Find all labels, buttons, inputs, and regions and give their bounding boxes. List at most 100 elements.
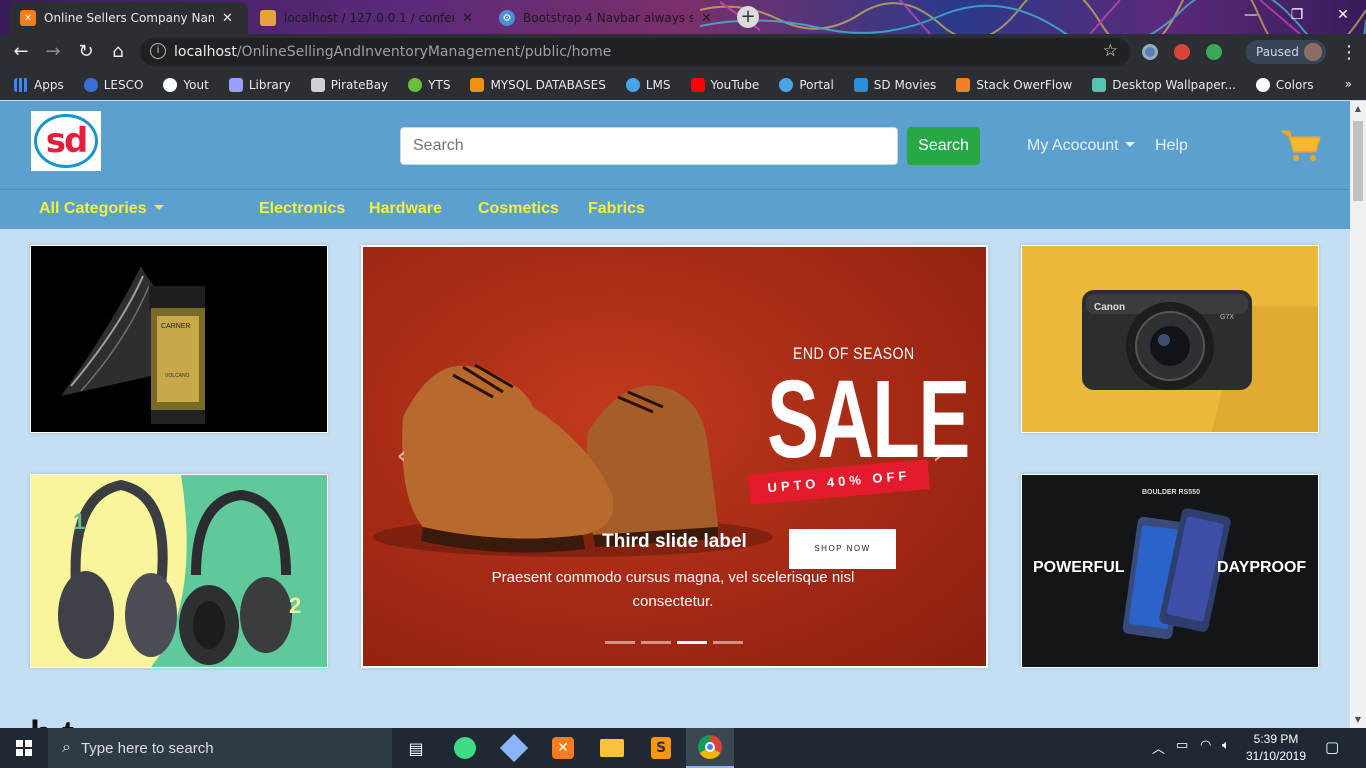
bookmark-lesco[interactable]: LESCO: [83, 78, 143, 92]
carousel-indicator[interactable]: [641, 641, 671, 644]
nav-hardware[interactable]: Hardware: [369, 200, 442, 218]
shopping-cart-icon[interactable]: [1280, 129, 1322, 163]
phpmyadmin-icon: [470, 78, 485, 92]
profile-status: Paused: [1256, 45, 1299, 59]
extension-icon[interactable]: [1142, 44, 1158, 60]
shield-extension-icon[interactable]: [1174, 44, 1190, 60]
bookmark-piratebay[interactable]: PirateBay: [310, 78, 388, 92]
android-studio-icon[interactable]: [441, 728, 489, 768]
extension-icon[interactable]: [1206, 44, 1222, 60]
reload-icon[interactable]: ↻: [75, 42, 97, 64]
tab-title: localhost / 127.0.0.1 / conferenc: [284, 11, 454, 25]
close-window-button[interactable]: ✕: [1320, 0, 1366, 30]
nav-electronics[interactable]: Electronics: [259, 200, 345, 218]
headphones-promo-card[interactable]: 1 2: [30, 474, 328, 668]
windows-start-button[interactable]: [0, 728, 48, 768]
task-view-icon[interactable]: ▤: [392, 728, 440, 768]
search-input[interactable]: [400, 127, 898, 165]
bookmark-youtube[interactable]: YouTube: [690, 78, 759, 92]
show-hidden-icons-button[interactable]: ︿: [1152, 738, 1165, 757]
carousel-prev-icon[interactable]: ‹: [397, 444, 406, 469]
bookmark-stack-overflow[interactable]: Stack OwerFlow: [956, 78, 1072, 92]
url-text[interactable]: localhost/OnlineSellingAndInventoryManag…: [174, 44, 611, 60]
youtube-icon: [690, 78, 705, 92]
carousel-indicator[interactable]: [605, 641, 635, 644]
headphone-number-2: 2: [289, 593, 302, 618]
profile-button[interactable]: Paused: [1246, 40, 1326, 64]
sublime-text-icon[interactable]: S: [637, 728, 685, 768]
wifi-icon[interactable]: ◠: [1200, 738, 1211, 753]
lesco-icon: [83, 78, 98, 92]
search-button[interactable]: Search: [907, 127, 980, 165]
caret-down-icon: [1124, 142, 1135, 147]
carousel-slide-sale: END OF SEASON SALE UPTO 40% OFF SHOP NOW…: [363, 247, 986, 666]
bookmark-portal[interactable]: Portal: [779, 78, 834, 92]
close-tab-icon[interactable]: ✕: [462, 11, 473, 26]
site-logo[interactable]: sd: [31, 111, 101, 171]
chrome-icon[interactable]: [686, 728, 734, 768]
bookmark-mysql-databases[interactable]: MYSQL DATABASES: [470, 78, 606, 92]
tab-phpmyadmin[interactable]: localhost / 127.0.0.1 / conferenc ✕: [250, 2, 486, 34]
all-categories-dropdown[interactable]: All Categories: [39, 200, 164, 218]
close-tab-icon[interactable]: ✕: [701, 11, 712, 26]
caret-down-icon: [153, 205, 164, 210]
help-link[interactable]: Help: [1155, 137, 1188, 155]
bookmark-colors[interactable]: Colors: [1255, 78, 1314, 92]
yts-icon: [408, 78, 423, 92]
notifications-icon[interactable]: ▢: [1325, 738, 1339, 756]
minimize-button[interactable]: —: [1228, 0, 1274, 30]
perfume-promo-card[interactable]: CARNER VOLCANO: [30, 245, 328, 433]
browser-toolbar: ← → ↻ ⌂ i localhost/OnlineSellingAndInve…: [0, 34, 1366, 70]
tab-bootstrap-navbar[interactable]: ⚙ Bootstrap 4 Navbar always show ✕: [489, 2, 725, 34]
tab-online-sellers[interactable]: ✕ Online Sellers Company Name H ✕: [10, 2, 248, 34]
file-explorer-icon[interactable]: [588, 728, 636, 768]
camera-image: Canon G7X: [1022, 246, 1318, 432]
bookmark-lms[interactable]: LMS: [625, 78, 671, 92]
bookmark-yout[interactable]: Yout: [163, 78, 209, 92]
gear-favicon-icon: ⚙: [499, 10, 515, 26]
wallpaper-icon: [1092, 78, 1107, 92]
bookmark-yts[interactable]: YTS: [408, 78, 450, 92]
scroll-down-icon[interactable]: ▼: [1350, 712, 1366, 728]
carousel-indicator[interactable]: [713, 641, 743, 644]
volume-icon[interactable]: 🔈︎: [1222, 738, 1230, 753]
taskbar-search-box[interactable]: ⌕ Type here to search: [48, 728, 392, 768]
windows-logo-icon: [16, 740, 32, 756]
bookmark-library[interactable]: Library: [228, 78, 291, 92]
carousel-next-icon[interactable]: ›: [933, 444, 942, 469]
scroll-up-icon[interactable]: ▲: [1350, 101, 1366, 117]
category-bar: All Categories Electronics Hardware Cosm…: [0, 189, 1350, 229]
promo-carousel[interactable]: END OF SEASON SALE UPTO 40% OFF SHOP NOW…: [361, 245, 988, 668]
camera-promo-card[interactable]: Canon G7X: [1021, 245, 1319, 433]
maximize-button[interactable]: ❐: [1274, 0, 1320, 30]
close-tab-icon[interactable]: ✕: [222, 11, 233, 26]
bookmark-sd-movies[interactable]: SD Movies: [853, 78, 936, 92]
windows-taskbar: ⌕ Type here to search ▤ ✕ S ︿ ▭ ◠ 🔈︎ 5:3…: [0, 728, 1366, 768]
back-arrow-icon[interactable]: ←: [10, 42, 32, 64]
site-info-icon[interactable]: i: [150, 43, 166, 59]
menu-kebab-icon[interactable]: ⋮: [1340, 42, 1358, 63]
nav-cosmetics[interactable]: Cosmetics: [478, 200, 559, 218]
page-scrollbar[interactable]: ▲ ▼: [1350, 101, 1366, 728]
bookmark-star-icon[interactable]: ☆: [1103, 41, 1118, 61]
phone-brand-label: BOULDER RS550: [1142, 489, 1200, 496]
taskbar-clock[interactable]: 5:39 PM 31/10/2019: [1244, 731, 1308, 765]
nav-fabrics[interactable]: Fabrics: [588, 200, 645, 218]
carousel-indicator-active[interactable]: [677, 641, 707, 644]
virtualbox-icon[interactable]: [490, 728, 538, 768]
my-account-dropdown[interactable]: My Acocount: [1027, 137, 1135, 155]
phone-image: BOULDER RS550 POWERFUL DAYPROOF: [1022, 475, 1318, 667]
xampp-icon[interactable]: ✕: [539, 728, 587, 768]
more-bookmarks-button[interactable]: »: [1345, 77, 1352, 91]
battery-icon[interactable]: ▭: [1176, 738, 1188, 753]
new-tab-button[interactable]: +: [737, 6, 759, 28]
home-icon[interactable]: ⌂: [107, 42, 129, 64]
forward-arrow-icon[interactable]: →: [42, 42, 64, 64]
phone-tagline-left: POWERFUL: [1033, 559, 1125, 576]
bookmark-apps[interactable]: Apps: [14, 78, 64, 92]
perfume-brand-label: CARNER: [161, 323, 191, 330]
address-bar[interactable]: i localhost/OnlineSellingAndInventoryMan…: [140, 38, 1130, 66]
phone-promo-card[interactable]: BOULDER RS550 POWERFUL DAYPROOF: [1021, 474, 1319, 668]
scrollbar-thumb[interactable]: [1353, 121, 1363, 201]
bookmark-desktop-wallpaper[interactable]: Desktop Wallpaper...: [1092, 78, 1236, 92]
